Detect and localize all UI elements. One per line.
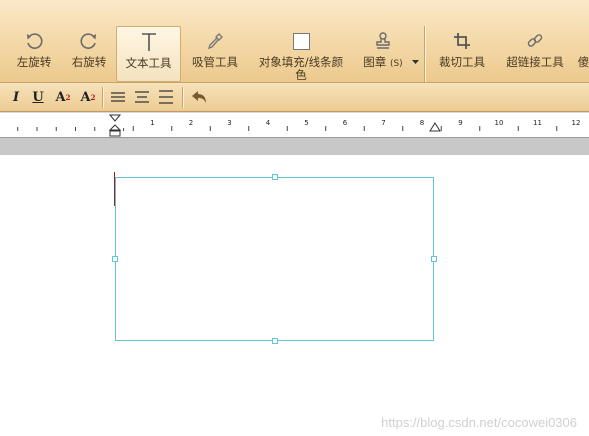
format-separator-2 [182, 87, 183, 108]
format-separator [102, 87, 103, 108]
link-icon [525, 26, 545, 56]
ruler-number: 4 [266, 119, 271, 127]
resize-handle-right[interactable] [431, 256, 437, 262]
ruler-ticks: 1 2 3 4 5 6 7 8 9 10 11 12 [17, 119, 581, 131]
resize-handle-bottom[interactable] [272, 338, 278, 344]
resize-handle-top[interactable] [272, 174, 278, 180]
toolbar-separator [424, 26, 425, 82]
hyperlink-label: 超链接工具 [506, 55, 564, 69]
italic-label: I [12, 89, 20, 105]
ruler-number: 6 [343, 119, 348, 127]
stamp-dropdown-arrow-icon[interactable] [412, 50, 419, 69]
format-toolbar: I U A2 A2 [0, 83, 589, 112]
italic-button[interactable]: I [6, 87, 26, 107]
partial-tool-button[interactable]: 傻 [578, 26, 589, 82]
ruler-number: 10 [495, 119, 504, 127]
horizontal-ruler[interactable]: 1 2 3 4 5 6 7 8 9 10 11 12 [0, 112, 589, 138]
ruler-number: 2 [189, 119, 193, 127]
eyedropper-label: 吸管工具 [192, 55, 238, 69]
crop-icon [452, 26, 472, 56]
subscript-mark: 2 [90, 92, 96, 102]
subscript-button[interactable]: A2 [78, 87, 98, 107]
align-right-button[interactable] [156, 87, 176, 107]
rotate-right-icon [79, 26, 99, 56]
fill-color-button[interactable]: 对象填充/线条颜 色 [250, 26, 352, 82]
align-right-icon [159, 90, 173, 104]
ruler-number: 8 [420, 119, 424, 127]
superscript-button[interactable]: A2 [53, 87, 73, 107]
partial-tool-label: 傻 [578, 55, 589, 69]
stamp-button[interactable]: 图章 (S) [358, 26, 408, 82]
eyedropper-icon [205, 26, 225, 56]
text-box-selection[interactable] [115, 177, 434, 341]
ruler-number: 3 [227, 119, 231, 127]
left-indent-marker-icon[interactable] [109, 113, 121, 138]
align-center-button[interactable] [132, 87, 152, 107]
ruler-number: 7 [381, 119, 385, 127]
rotate-left-button[interactable]: 左旋转 [11, 26, 57, 82]
rotate-right-button[interactable]: 右旋转 [66, 26, 112, 82]
align-center-icon [135, 91, 149, 103]
crop-button[interactable]: 裁切工具 [433, 26, 491, 82]
superscript-mark: 2 [65, 92, 71, 102]
rotate-left-icon [24, 26, 44, 56]
watermark: https://blog.csdn.net/cocowei0306 [381, 415, 577, 430]
hyperlink-button[interactable]: 超链接工具 [500, 26, 570, 82]
ruler-number: 9 [458, 119, 462, 127]
align-left-icon [111, 92, 125, 102]
stamp-icon [373, 26, 393, 56]
text-tool-button[interactable]: 文本工具 [116, 26, 181, 82]
eyedropper-button[interactable]: 吸管工具 [187, 26, 243, 82]
fill-color-label-line2: 色 [295, 68, 307, 82]
main-toolbar: 左旋转 右旋转 文本工具 吸管工具 对象填充/线条颜 色 图章 (S) 裁切工具… [0, 0, 589, 83]
ruler-number: 11 [533, 119, 542, 127]
ruler-number: 1 [150, 119, 154, 127]
right-indent-marker-icon[interactable] [429, 121, 441, 133]
undo-icon [192, 91, 206, 103]
text-tool-label: 文本工具 [125, 56, 172, 70]
stamp-label: 图章 (S) [363, 55, 403, 70]
resize-handle-left[interactable] [112, 256, 118, 262]
ruler-shadow-band [0, 138, 589, 155]
undo-button[interactable] [189, 87, 209, 107]
crop-label: 裁切工具 [439, 55, 485, 69]
align-left-button[interactable] [108, 87, 128, 107]
underline-button[interactable]: U [28, 87, 48, 107]
ruler-number: 12 [572, 119, 581, 127]
rotate-left-label: 左旋转 [16, 55, 52, 69]
fill-color-icon [292, 26, 310, 56]
ruler-number: 5 [304, 119, 308, 127]
underline-label: U [32, 89, 44, 105]
superscript-base: A [55, 89, 66, 105]
rotate-right-label: 右旋转 [71, 55, 107, 69]
text-tool-icon [139, 27, 159, 57]
subscript-base: A [80, 89, 91, 105]
